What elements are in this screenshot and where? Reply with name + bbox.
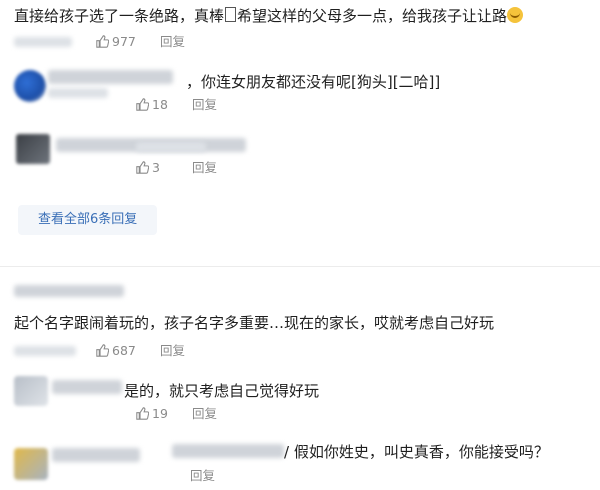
missing-glyph-icon xyxy=(225,7,237,22)
thumbs-up-icon xyxy=(136,407,149,420)
reply-1-1-like-button[interactable]: 18 xyxy=(136,97,168,113)
reply-2-1-like-button[interactable]: 19 xyxy=(136,406,168,422)
reply-2-1-username-blurred xyxy=(52,380,122,394)
comment-1-like-count: 977 xyxy=(112,34,136,49)
reply-1-2-avatar xyxy=(16,134,50,164)
comment-1-like-button[interactable]: 977 xyxy=(96,34,136,50)
reply-2-2-avatar xyxy=(14,448,48,480)
reply-2-1-text: 是的，就只考虑自己觉得好玩 xyxy=(124,382,320,400)
reply-1-1-username-blurred-2 xyxy=(48,88,108,98)
thumbs-up-icon xyxy=(136,161,149,174)
reply-1-2-like-button[interactable]: 3 xyxy=(136,160,160,176)
comment-1-reply-button[interactable]: 回复 xyxy=(160,34,185,50)
reply-2-1-reply-button[interactable]: 回复 xyxy=(192,406,217,422)
comment-1-text-part-a: 直接给孩子选了一条绝路，真棒 xyxy=(14,7,225,25)
view-all-replies-button[interactable]: 查看全部6条回复 xyxy=(18,205,158,235)
reply-2-1-like-count: 19 xyxy=(152,406,168,421)
reply-2-2-username-blurred xyxy=(52,448,140,462)
reply-1-2-reply-button[interactable]: 回复 xyxy=(192,160,217,176)
comment-2-text: 起个名字跟闹着玩的，孩子名字多重要…现在的家长，哎就考虑自己好玩 xyxy=(14,314,495,332)
smile-emoji-icon xyxy=(507,7,524,23)
reply-2-2-text: / 假如你姓史，叫史真香，你能接受吗？ xyxy=(284,443,549,461)
reply-2-2-text-body: 假如你姓史，叫史真香，你能接受吗？ xyxy=(293,443,549,461)
reply-1-1-username-blurred xyxy=(48,70,173,84)
reply-1-1-avatar xyxy=(14,70,46,102)
comment-1-text: 直接给孩子选了一条绝路，真棒 希望这样的父母多一点，给我孩子让让路 xyxy=(14,6,524,26)
reply-1-1-like-count: 18 xyxy=(152,97,168,112)
reply-2-2-reply-button[interactable]: 回复 xyxy=(190,468,215,484)
thumbs-up-icon xyxy=(96,35,109,48)
comment-2-time-blurred xyxy=(14,346,76,356)
comment-divider xyxy=(0,266,600,267)
reply-2-2-mention-blurred xyxy=(172,444,284,458)
comment-1-username-blurred xyxy=(14,37,72,47)
reply-2-1-avatar xyxy=(14,376,48,406)
comment-2-username-blurred xyxy=(14,285,124,297)
comment-1-text-part-b: 希望这样的父母多一点，给我孩子让让路 xyxy=(237,7,508,25)
reply-1-2-text-blurred xyxy=(136,142,206,152)
comment-2-like-button[interactable]: 687 xyxy=(96,343,136,359)
comment-2-reply-button[interactable]: 回复 xyxy=(160,343,185,359)
comment-2-like-count: 687 xyxy=(112,343,136,358)
reply-1-1-text: ，你连女朋友都还没有呢[狗头][二哈]] xyxy=(186,73,441,91)
reply-1-1-reply-button[interactable]: 回复 xyxy=(192,97,217,113)
thumbs-up-icon xyxy=(96,344,109,357)
reply-1-2-like-count: 3 xyxy=(152,160,160,175)
thumbs-up-icon xyxy=(136,98,149,111)
